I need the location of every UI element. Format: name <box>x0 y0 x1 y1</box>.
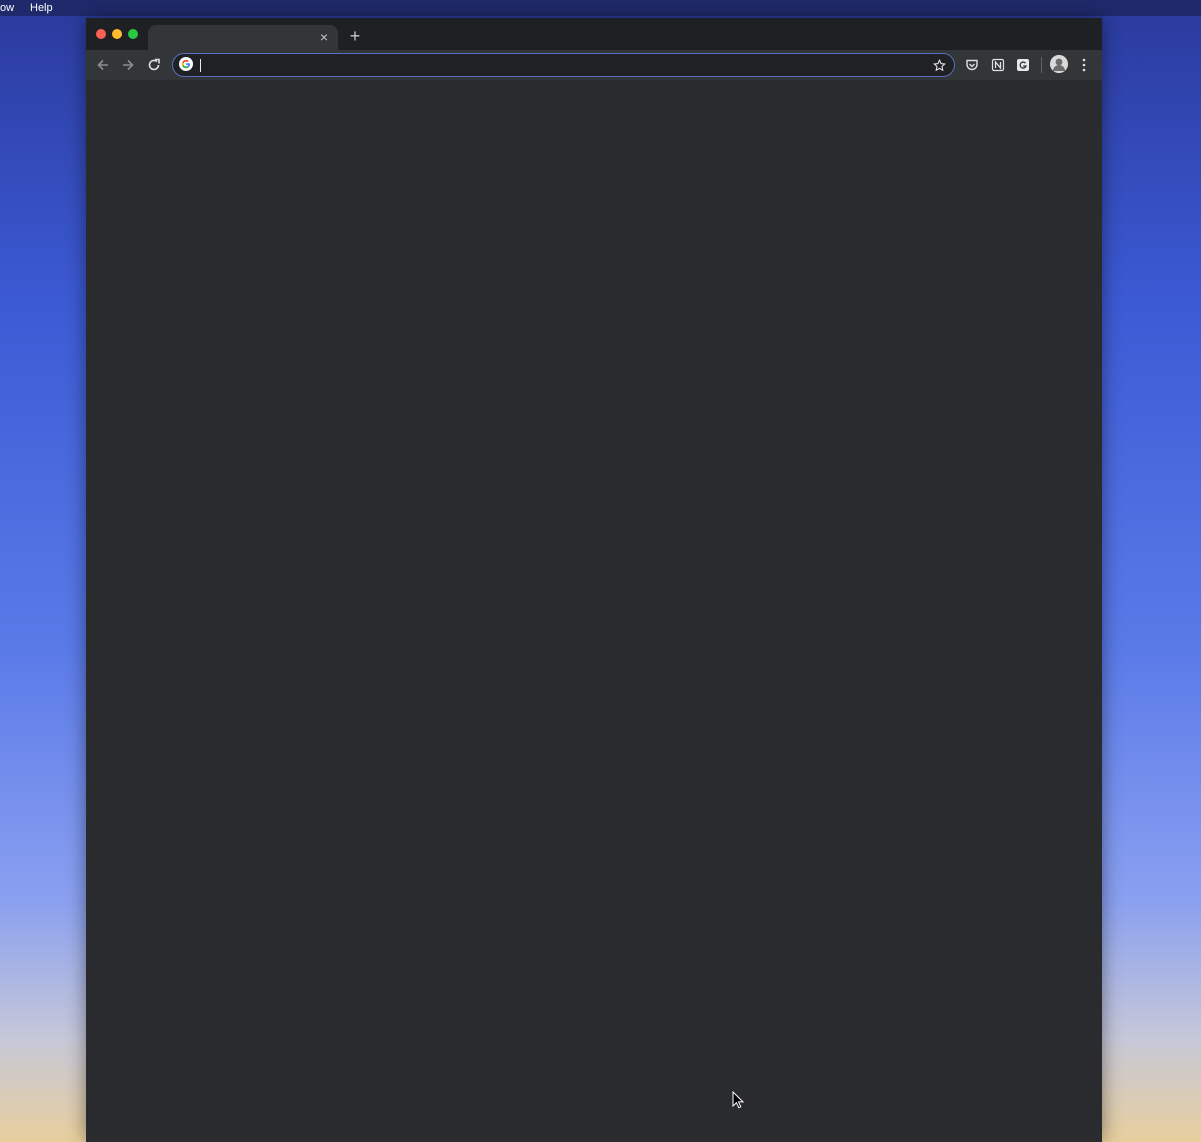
reload-icon[interactable] <box>144 55 164 75</box>
window-minimize-button[interactable] <box>112 29 122 39</box>
avatar-icon[interactable] <box>1050 55 1068 73</box>
tab-close-icon[interactable]: × <box>316 29 332 45</box>
browser-toolbar <box>86 50 1102 80</box>
browser-tab[interactable]: × <box>148 25 338 50</box>
kebab-menu-icon[interactable] <box>1076 55 1092 75</box>
g-extension-icon[interactable] <box>1014 56 1032 74</box>
tab-strip: × + <box>86 18 1102 50</box>
text-caret <box>200 59 201 72</box>
new-tab-button[interactable]: + <box>346 27 364 45</box>
window-maximize-button[interactable] <box>128 29 138 39</box>
mouse-cursor-icon <box>732 1090 746 1109</box>
menu-window[interactable]: ow <box>0 0 14 16</box>
page-content-area[interactable] <box>86 80 1102 1142</box>
notion-icon[interactable] <box>989 56 1007 74</box>
back-arrow-icon[interactable] <box>93 55 113 75</box>
toolbar-separator <box>1041 57 1042 73</box>
star-icon[interactable] <box>930 56 948 74</box>
forward-arrow-icon[interactable] <box>118 55 138 75</box>
browser-window: × + <box>86 18 1102 1142</box>
window-close-button[interactable] <box>96 29 106 39</box>
address-bar[interactable] <box>172 53 955 77</box>
macos-menubar: ow Help <box>0 0 1201 16</box>
menu-help[interactable]: Help <box>30 0 53 16</box>
address-input[interactable] <box>199 55 919 75</box>
pocket-icon[interactable] <box>963 56 981 74</box>
google-icon <box>179 57 193 71</box>
